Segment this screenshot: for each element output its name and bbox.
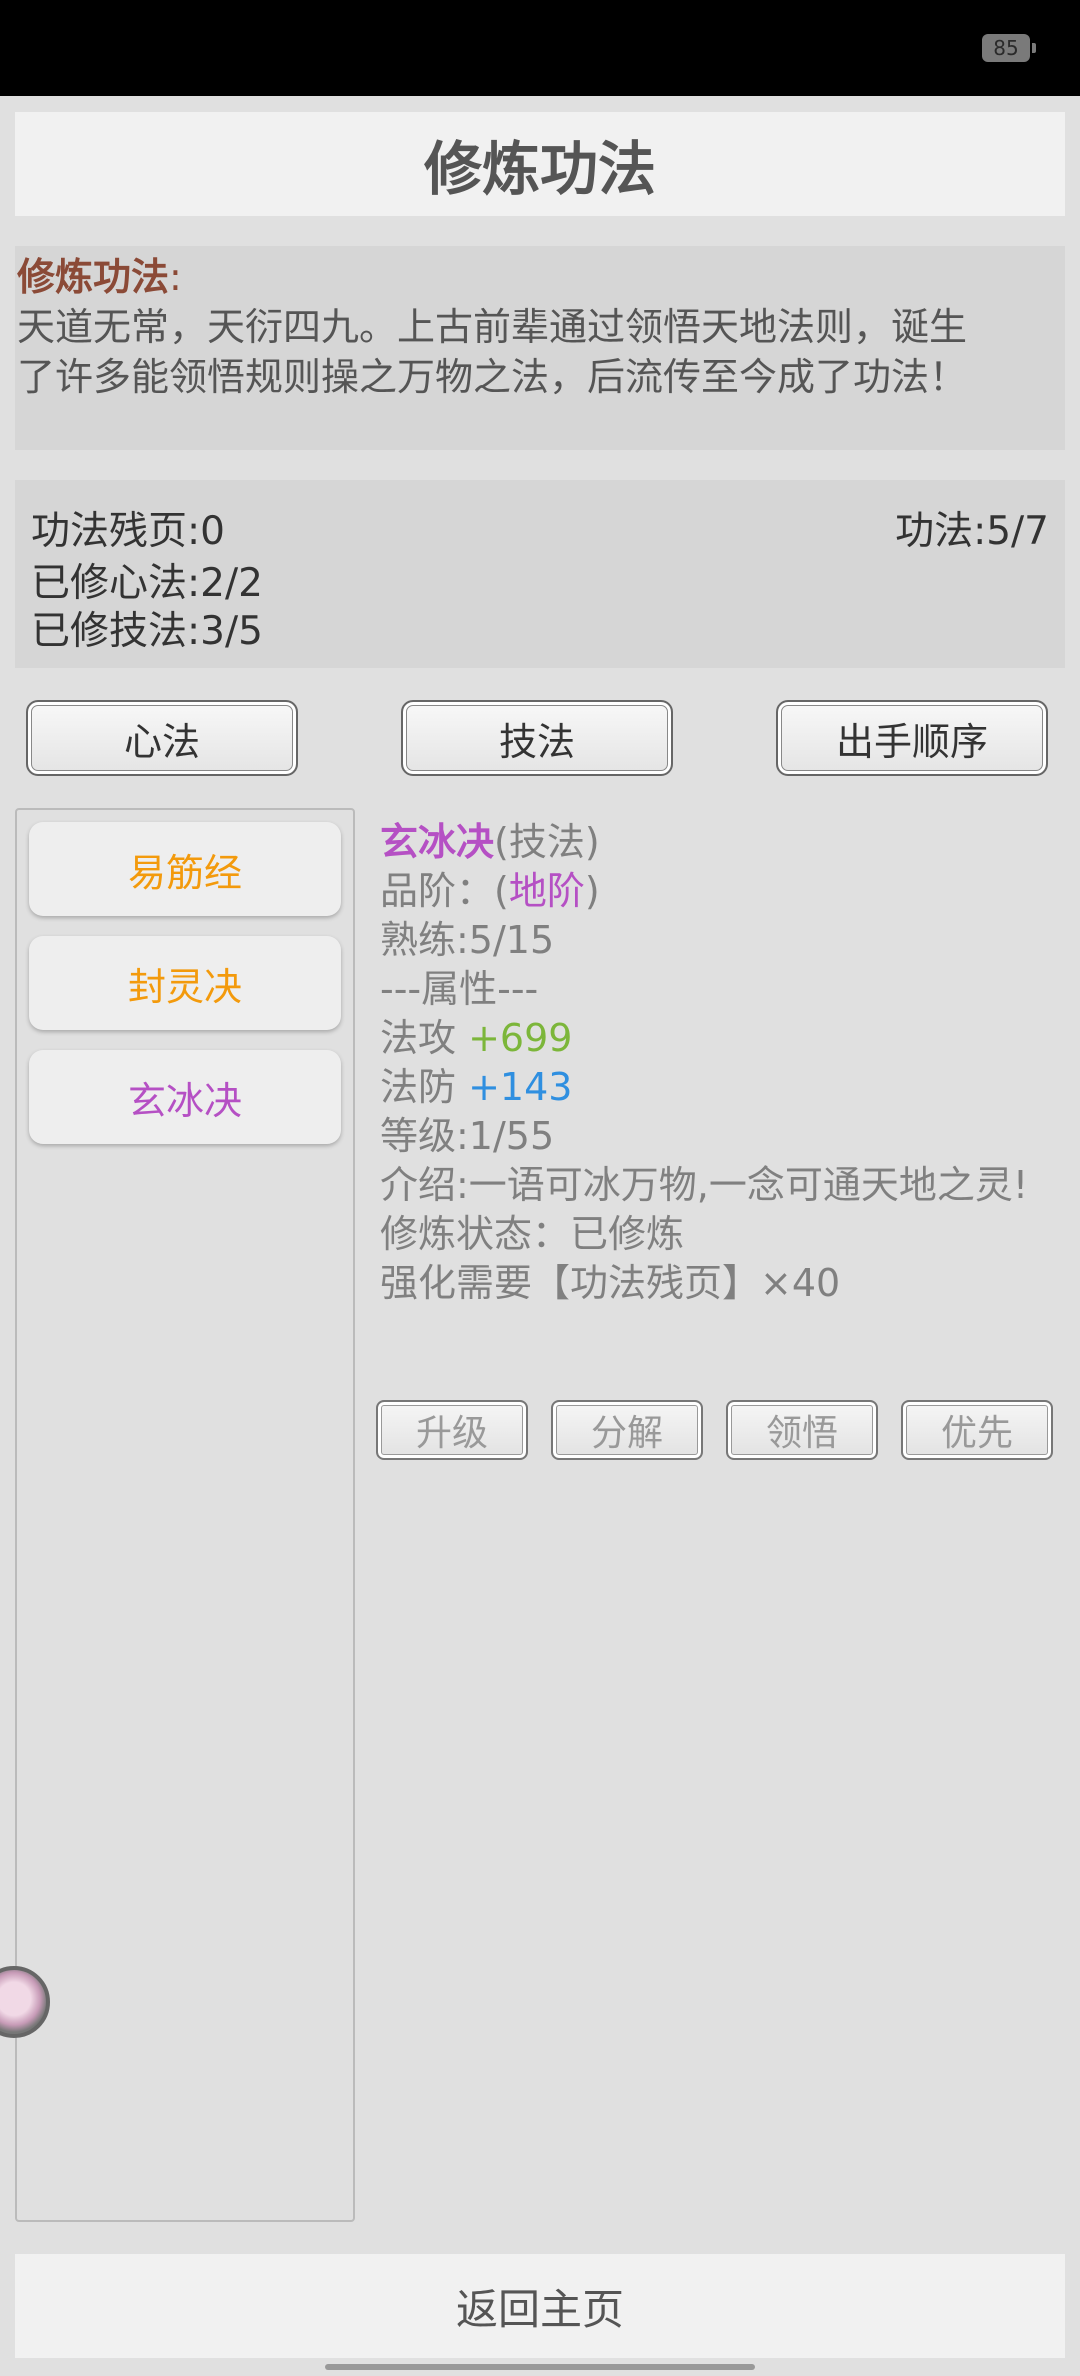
battery-icon: 85 [982,34,1036,62]
magic-defense-value: +143 [468,1065,573,1109]
skill-item-label: 玄冰决 [127,1078,242,1123]
description-line-2: 了许多能领悟规则操之万物之法，后流传至今成了功法！ [17,355,968,399]
tab-attack-order[interactable]: 出手顺序 [776,700,1048,776]
skill-name: 玄冰决 [380,820,495,864]
magic-attack-label: 法攻 [380,1016,469,1060]
magic-defense-line: 法防 +143 [380,1063,1060,1112]
description-panel: 修炼功法: 天道无常，天衍四九。上古前辈通过领悟天地法则，诞生 了许多能领悟规则… [15,246,1065,450]
app-screen: 修炼功法 修炼功法: 天道无常，天衍四九。上古前辈通过领悟天地法则，诞生 了许多… [0,96,1080,2376]
status-bar: 85 [0,0,1080,96]
skill-proficiency: 熟练:5/15 [380,918,555,962]
skill-grade-label: 品阶：( [380,869,509,913]
upgrade-cost: 强化需要【功法残页】×40 [380,1261,841,1305]
magic-attack-value: +699 [468,1016,573,1060]
skill-intro: 介绍:一语可冰万物,一念可通天地之灵! [380,1163,1029,1207]
cultivation-status: 修炼状态：已修炼 [380,1212,685,1256]
skill-item-label: 封灵决 [127,964,242,1009]
skill-grade-value: 地阶 [508,869,585,913]
skill-item-label: 易筋经 [127,850,242,895]
tab-mind-methods[interactable]: 心法 [26,700,298,776]
decompose-button[interactable]: 分解 [551,1400,703,1460]
techniques-count: 已修技法:3/5 [31,609,263,654]
comprehend-button[interactable]: 领悟 [726,1400,878,1460]
return-home-button[interactable]: 返回主页 [15,2254,1065,2358]
skill-list-panel: 易筋经 封灵决 玄冰决 [15,808,355,2222]
upgrade-button[interactable]: 升级 [376,1400,528,1460]
skill-item-yijinjing[interactable]: 易筋经 [29,822,341,916]
skill-type: (技法) [494,820,600,864]
skill-grade-line: 品阶：(地阶) [380,867,1060,916]
home-indicator [325,2364,755,2370]
stats-panel: 功法残页:0 功法:5/7 已修心法:2/2 已修技法:3/5 [15,480,1065,668]
skill-level: 等级:1/55 [380,1114,555,1158]
description-title: 修炼功法 [17,255,170,299]
skill-item-fenglingjue[interactable]: 封灵决 [29,936,341,1030]
skill-item-xuanbingjue[interactable]: 玄冰决 [29,1050,341,1144]
skill-detail: 玄冰决(技法) 品阶：(地阶) 熟练:5/15 ---属性--- 法攻 +699… [380,818,1060,1308]
skill-name-line: 玄冰决(技法) [380,818,1060,867]
tab-techniques[interactable]: 技法 [401,700,673,776]
attribute-header: ---属性--- [380,967,539,1011]
description-line-1: 天道无常，天衍四九。上古前辈通过领悟天地法则，诞生 [17,305,968,349]
skills-count: 功法:5/7 [895,509,1049,554]
fragments-count: 功法残页:0 [31,509,225,554]
page-title: 修炼功法 [15,112,1065,216]
priority-button[interactable]: 优先 [901,1400,1053,1460]
magic-defense-label: 法防 [380,1065,469,1109]
magic-attack-line: 法攻 +699 [380,1014,1060,1063]
description-colon: : [169,255,182,299]
skill-grade-close: ) [584,869,600,913]
